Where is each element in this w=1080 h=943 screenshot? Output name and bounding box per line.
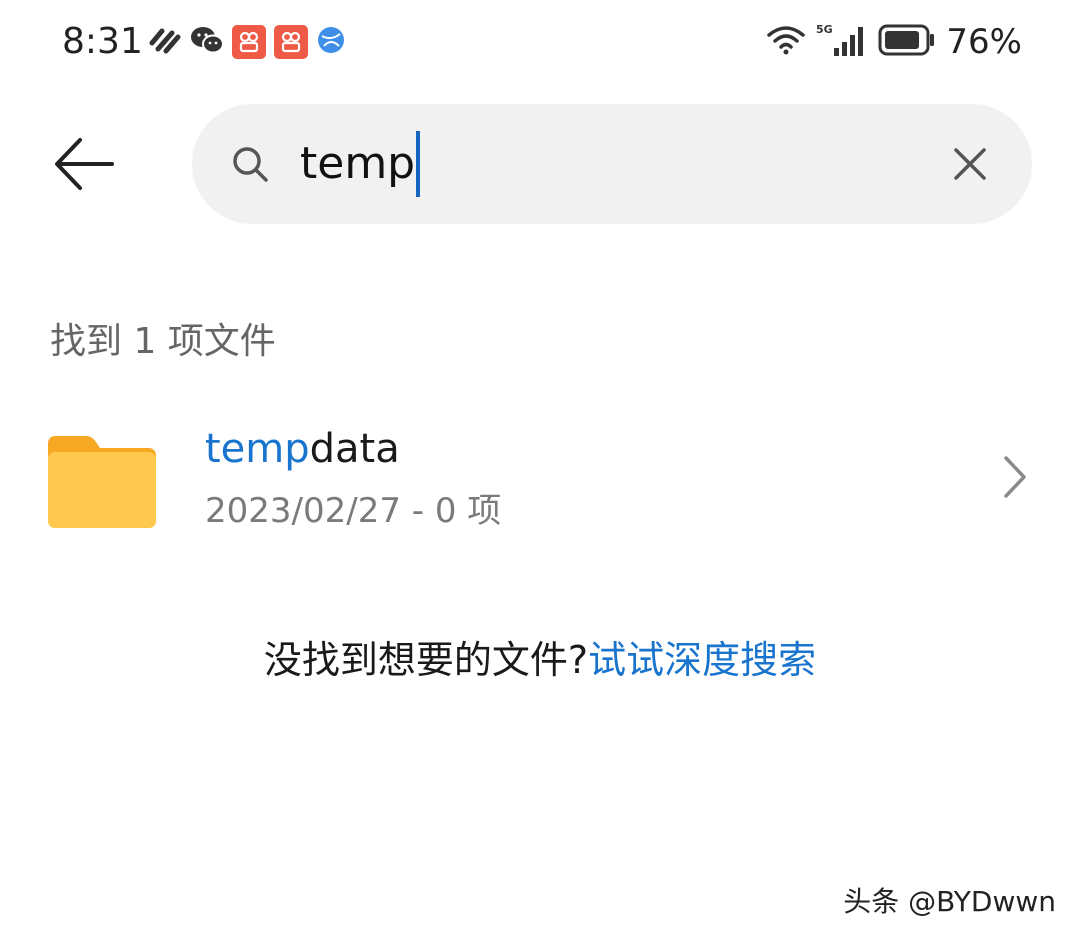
deep-search-question: 没找到想要的文件? [263, 638, 589, 682]
file-name-match: temp [205, 426, 310, 472]
close-icon [954, 148, 986, 180]
back-button[interactable] [48, 128, 120, 200]
battery-percentage: 76% [946, 22, 1022, 62]
text-cursor [416, 131, 421, 197]
deep-search-link[interactable]: 试试深度搜索 [588, 638, 816, 682]
file-name-rest: data [309, 426, 400, 472]
notification-icons [148, 22, 346, 62]
folder-icon [48, 436, 156, 528]
wechat-icon [190, 25, 224, 59]
status-bar: 8:31 5G 76% [0, 0, 1080, 84]
back-arrow-icon [55, 138, 114, 190]
battery-icon [878, 23, 936, 61]
browser-icon [316, 25, 346, 59]
signal-icon: 5G [816, 22, 868, 62]
deep-search-prompt: 没找到想要的文件?试试深度搜索 [0, 632, 1080, 688]
file-result-row[interactable]: tempdata 2023/02/27 - 0 项 [0, 404, 1080, 554]
file-search-screen: 8:31 5G 76% temp 找到 1 项文件 tempdata 2023/… [0, 0, 1080, 943]
watermark: 头条 @BYDwwn [843, 885, 1056, 918]
app-notification-icon [274, 25, 308, 59]
search-icon [230, 144, 272, 186]
search-input[interactable]: temp [300, 131, 421, 197]
link-icon [148, 25, 182, 59]
chevron-right-icon [1000, 454, 1030, 500]
wifi-icon [766, 23, 806, 61]
clear-search-button[interactable] [948, 142, 992, 186]
result-count-label: 找到 1 项文件 [50, 321, 276, 362]
file-name: tempdata [205, 422, 400, 476]
system-status: 5G 76% [766, 18, 1022, 66]
search-bar[interactable]: temp [192, 104, 1032, 224]
network-type-label: 5G [816, 23, 833, 36]
file-meta: 2023/02/27 - 0 项 [205, 491, 502, 531]
search-query-text: temp [300, 138, 416, 189]
status-time: 8:31 [62, 21, 143, 62]
app-notification-icon [232, 25, 266, 59]
